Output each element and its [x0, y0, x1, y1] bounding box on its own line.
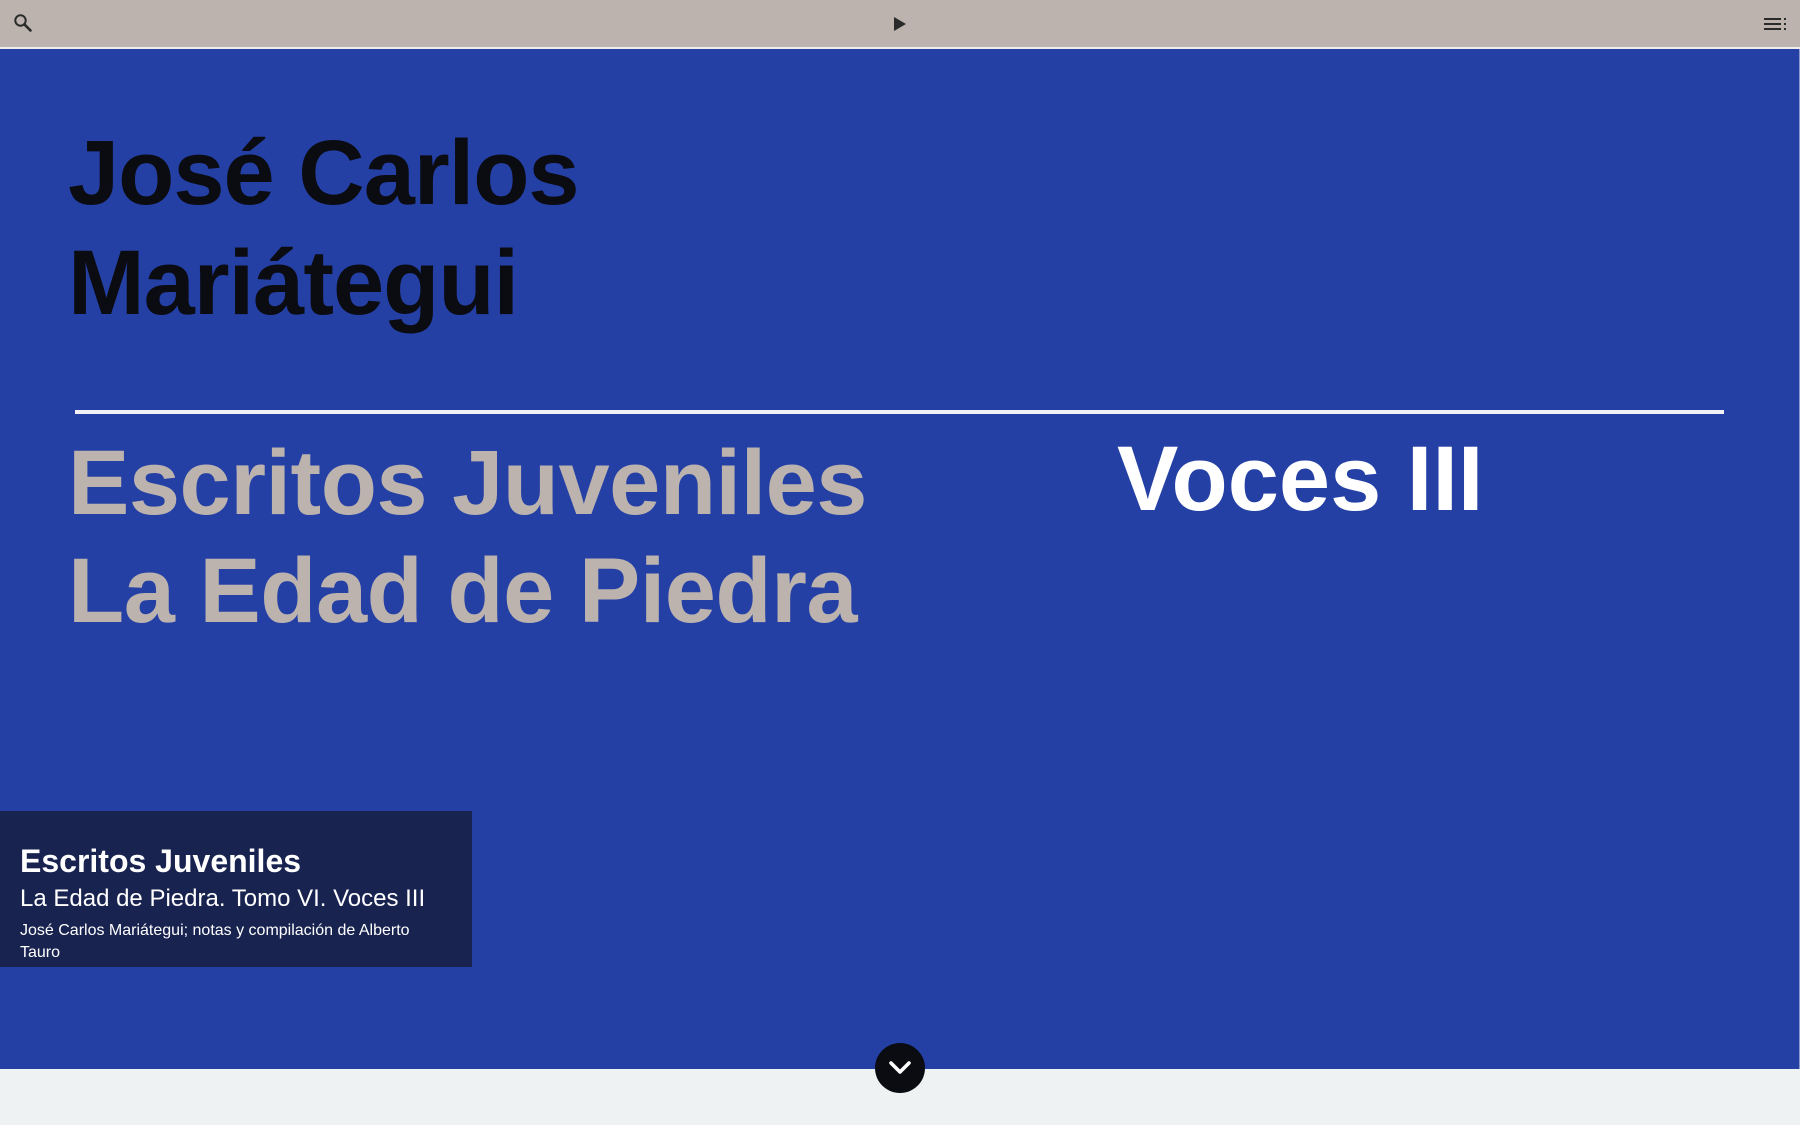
top-toolbar [0, 0, 1800, 49]
scroll-down-button[interactable] [875, 1043, 925, 1093]
cover-title: Escritos Juveniles La Edad de Piedra [68, 432, 867, 642]
list-menu-icon [1764, 18, 1786, 30]
book-subtitle: La Edad de Piedra. Tomo VI. Voces III [20, 885, 426, 912]
play-icon [894, 17, 906, 31]
menu-button[interactable] [1760, 12, 1792, 36]
book-info-panel: Escritos Juveniles La Edad de Piedra. To… [0, 811, 472, 967]
cover-author: José Carlos Mariátegui [68, 122, 580, 334]
chevron-down-icon [889, 1061, 911, 1074]
cover-volume: Voces III [1117, 428, 1484, 530]
search-icon [14, 14, 32, 32]
cover-divider [75, 410, 1724, 414]
book-title: Escritos Juveniles [20, 843, 302, 879]
search-button[interactable] [10, 10, 36, 36]
book-credit: José Carlos Mariátegui; notas y compilac… [20, 922, 410, 961]
play-button[interactable] [888, 12, 912, 36]
